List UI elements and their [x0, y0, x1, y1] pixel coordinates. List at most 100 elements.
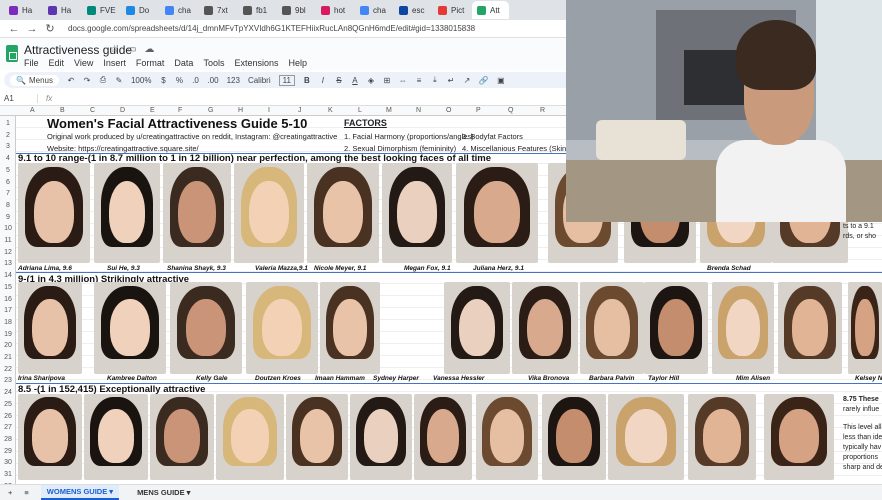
- bold-button[interactable]: B: [303, 76, 311, 85]
- column-header[interactable]: D: [120, 107, 125, 114]
- percent-button[interactable]: %: [175, 76, 183, 85]
- row-header[interactable]: 1: [0, 120, 16, 127]
- comment-icon[interactable]: ▣: [497, 76, 505, 85]
- browser-tab[interactable]: 7xt: [199, 1, 236, 19]
- italic-button[interactable]: I: [319, 76, 327, 85]
- increase-decimal-button[interactable]: .00: [207, 76, 218, 85]
- forward-icon[interactable]: →: [26, 23, 38, 35]
- menu-file[interactable]: File: [24, 58, 39, 68]
- row-header[interactable]: 29: [0, 448, 16, 455]
- column-header[interactable]: R: [540, 107, 545, 114]
- move-folder-icon[interactable]: ▭: [127, 44, 136, 55]
- menu-data[interactable]: Data: [174, 58, 193, 68]
- zoom-select[interactable]: 100%: [131, 76, 151, 85]
- row-header[interactable]: 11: [0, 237, 16, 244]
- row-header[interactable]: 30: [0, 459, 16, 466]
- row-header[interactable]: 21: [0, 354, 16, 361]
- sheets-logo-icon[interactable]: [6, 45, 18, 62]
- column-header[interactable]: M: [386, 107, 392, 114]
- column-header[interactable]: P: [476, 107, 481, 114]
- valign-icon[interactable]: ⤓: [431, 75, 439, 85]
- browser-tab[interactable]: Ha: [4, 1, 41, 19]
- column-header[interactable]: Q: [508, 107, 513, 114]
- star-icon[interactable]: ☆: [110, 44, 119, 55]
- row-header[interactable]: 14: [0, 272, 16, 279]
- menu-view[interactable]: View: [74, 58, 93, 68]
- column-header[interactable]: O: [446, 107, 451, 114]
- tab-mens-guide[interactable]: MENS GUIDE ▾: [131, 486, 196, 499]
- row-header[interactable]: 10: [0, 225, 16, 232]
- browser-tab[interactable]: hot: [316, 1, 353, 19]
- row-header[interactable]: 31: [0, 471, 16, 478]
- menu-edit[interactable]: Edit: [49, 58, 65, 68]
- menu-tools[interactable]: Tools: [203, 58, 224, 68]
- row-header[interactable]: 25: [0, 401, 16, 408]
- column-header[interactable]: I: [268, 107, 270, 114]
- column-header[interactable]: C: [90, 107, 95, 114]
- row-header[interactable]: 7: [0, 190, 16, 197]
- undo-icon[interactable]: ↶: [67, 76, 75, 85]
- row-header[interactable]: 12: [0, 249, 16, 256]
- paint-format-icon[interactable]: ✎: [115, 76, 123, 85]
- align-icon[interactable]: ≡: [415, 76, 423, 85]
- more-formats-button[interactable]: 123: [227, 76, 240, 85]
- url-field[interactable]: docs.google.com/spreadsheets/d/14j_dmnMF…: [62, 24, 475, 33]
- add-sheet-button[interactable]: +: [8, 488, 12, 497]
- column-header[interactable]: J: [298, 107, 302, 114]
- row-header[interactable]: 20: [0, 342, 16, 349]
- column-header[interactable]: A: [30, 107, 35, 114]
- browser-tab[interactable]: Ha: [43, 1, 80, 19]
- fill-color-icon[interactable]: ◈: [367, 76, 375, 85]
- row-header[interactable]: 23: [0, 377, 16, 384]
- browser-tab[interactable]: Att: [472, 1, 509, 19]
- decrease-decimal-button[interactable]: .0: [191, 76, 199, 85]
- borders-icon[interactable]: ⊞: [383, 76, 391, 85]
- link-icon[interactable]: 🔗: [479, 76, 489, 85]
- currency-button[interactable]: $: [159, 76, 167, 85]
- column-header[interactable]: B: [60, 107, 65, 114]
- browser-tab[interactable]: Pict: [433, 1, 470, 19]
- text-color-button[interactable]: A: [351, 76, 359, 85]
- column-header[interactable]: H: [238, 107, 243, 114]
- row-header[interactable]: 19: [0, 331, 16, 338]
- column-header[interactable]: E: [150, 107, 155, 114]
- browser-tab[interactable]: 9bl: [277, 1, 314, 19]
- row-header[interactable]: 26: [0, 413, 16, 420]
- row-header[interactable]: 24: [0, 389, 16, 396]
- name-box[interactable]: A1: [0, 94, 38, 103]
- menus-search[interactable]: 🔍 Menus: [10, 74, 59, 86]
- wrap-icon[interactable]: ↵: [447, 76, 455, 85]
- redo-icon[interactable]: ↷: [83, 76, 91, 85]
- menu-help[interactable]: Help: [288, 58, 307, 68]
- column-header[interactable]: L: [358, 107, 362, 114]
- merge-icon[interactable]: ⇔: [399, 76, 407, 85]
- menu-format[interactable]: Format: [136, 58, 165, 68]
- browser-tab[interactable]: cha: [355, 1, 392, 19]
- rotate-icon[interactable]: ↗: [463, 76, 471, 85]
- tab-womens-guide[interactable]: WOMENS GUIDE ▾: [40, 485, 120, 500]
- column-header[interactable]: G: [208, 107, 213, 114]
- font-select[interactable]: Calibri: [248, 76, 271, 85]
- row-header[interactable]: 16: [0, 296, 16, 303]
- column-header[interactable]: F: [178, 107, 182, 114]
- back-icon[interactable]: ←: [8, 23, 20, 35]
- browser-tab[interactable]: fb1: [238, 1, 275, 19]
- row-header[interactable]: 28: [0, 436, 16, 443]
- column-header[interactable]: N: [416, 107, 421, 114]
- strikethrough-button[interactable]: S: [335, 76, 343, 85]
- row-header[interactable]: 17: [0, 307, 16, 314]
- row-header[interactable]: 3: [0, 143, 16, 150]
- font-size-field[interactable]: 11: [278, 74, 295, 86]
- row-header[interactable]: 5: [0, 167, 16, 174]
- browser-tab[interactable]: cha: [160, 1, 197, 19]
- menu-insert[interactable]: Insert: [103, 58, 126, 68]
- browser-tab[interactable]: FVE: [82, 1, 119, 19]
- row-header[interactable]: 6: [0, 179, 16, 186]
- row-header[interactable]: 13: [0, 260, 16, 267]
- browser-tab[interactable]: Do: [121, 1, 158, 19]
- row-header[interactable]: 18: [0, 319, 16, 326]
- row-header[interactable]: 27: [0, 424, 16, 431]
- row-header[interactable]: 22: [0, 366, 16, 373]
- browser-tab[interactable]: esc: [394, 1, 431, 19]
- row-header[interactable]: 9: [0, 214, 16, 221]
